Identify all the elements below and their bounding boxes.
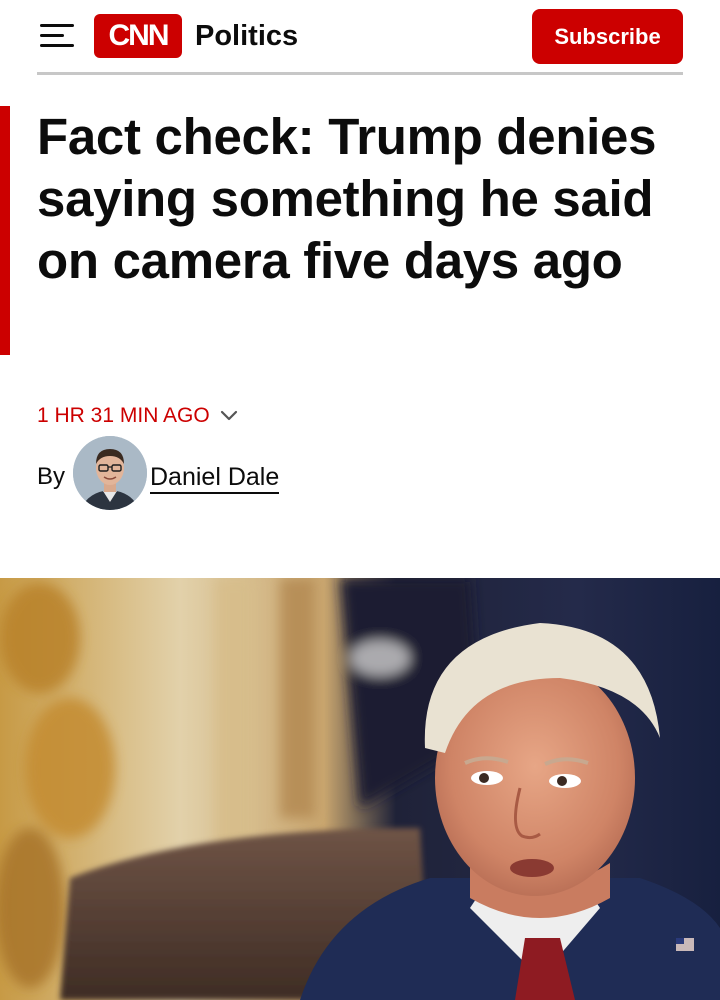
- timestamp-toggle[interactable]: 1 HR 31 MIN AGO: [37, 402, 238, 430]
- author-avatar[interactable]: [73, 436, 147, 510]
- subscribe-button[interactable]: Subscribe: [532, 9, 683, 64]
- logo-text: CNN: [108, 19, 170, 52]
- author-link[interactable]: Daniel Dale: [150, 462, 280, 494]
- article-page: CNN Politics Subscribe Fact check: Trump…: [0, 0, 720, 1000]
- section-title[interactable]: Politics: [195, 18, 298, 54]
- header-divider: [37, 72, 683, 75]
- article-headline: Fact check: Trump denies saying somethin…: [37, 108, 657, 289]
- chevron-down-icon: [220, 410, 237, 421]
- hero-image[interactable]: [0, 578, 720, 1000]
- hamburger-menu-icon[interactable]: [40, 22, 76, 48]
- cnn-logo[interactable]: CNN: [94, 14, 182, 58]
- article-timestamp: 1 HR 31 MIN AGO: [37, 404, 210, 427]
- site-header: CNN Politics Subscribe: [0, 0, 720, 76]
- headline-accent-bar: [0, 106, 10, 355]
- byline-prefix: By: [37, 463, 66, 490]
